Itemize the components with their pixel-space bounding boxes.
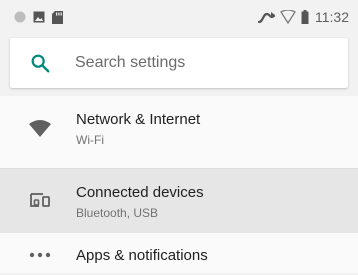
search-placeholder[interactable]: Search settings xyxy=(75,54,185,72)
status-bar: 11:32 xyxy=(0,0,358,32)
settings-item-title: Apps & notifications xyxy=(76,247,208,264)
settings-item-subtitle: Bluetooth, USB xyxy=(76,206,159,220)
apps-icon xyxy=(29,252,51,258)
search-icon[interactable] xyxy=(29,52,51,74)
settings-item-title: Network & Internet xyxy=(76,111,201,128)
status-time: 11:32 xyxy=(315,9,349,25)
settings-item-title: Connected devices xyxy=(76,184,204,201)
settings-list: Network & Internet Wi-Fi Connected devic… xyxy=(0,96,358,273)
settings-item-connected-devices[interactable]: Connected devices Bluetooth, USB xyxy=(0,169,358,233)
notification-icons xyxy=(14,10,63,24)
settings-item-apps-notifications[interactable]: Apps & notifications xyxy=(0,233,358,273)
battery-icon xyxy=(301,10,309,24)
system-icons: 11:32 xyxy=(258,8,349,26)
image-icon xyxy=(33,11,45,23)
circle-icon xyxy=(14,11,26,23)
data-transfer-icon xyxy=(258,12,276,24)
wifi-icon xyxy=(280,10,296,24)
settings-item-network[interactable]: Network & Internet Wi-Fi xyxy=(0,96,358,160)
wifi-icon xyxy=(29,120,51,137)
settings-item-subtitle: Wi-Fi xyxy=(76,133,104,147)
sd-card-icon xyxy=(52,10,63,24)
devices-icon xyxy=(30,193,50,207)
search-bar[interactable]: Search settings xyxy=(10,38,348,88)
